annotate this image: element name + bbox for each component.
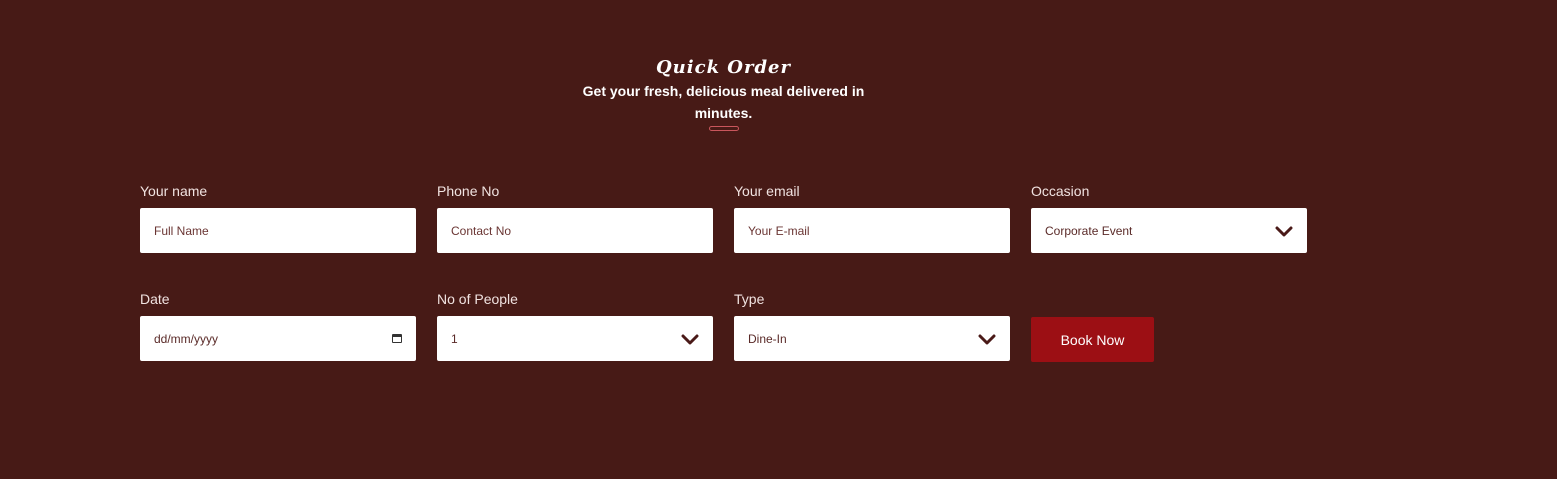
email-input[interactable] [734,208,1010,253]
email-field-group: Your email [734,182,1010,253]
chevron-down-icon [681,334,699,344]
date-input[interactable]: dd/mm/yyyy [140,316,416,361]
people-select[interactable]: 1 [437,316,713,361]
date-field-group: Date dd/mm/yyyy [140,290,416,361]
phone-field-group: Phone No [437,182,713,253]
occasion-select[interactable]: Corporate Event [1031,208,1307,253]
type-selected-value: Dine-In [748,331,787,346]
page-subtitle: Get your fresh, delicious meal delivered… [582,83,865,121]
date-label: Date [140,291,170,307]
chevron-down-icon [978,334,996,344]
page-title: Quick Order [656,57,791,78]
type-select[interactable]: Dine-In [734,316,1010,361]
email-label: Your email [734,183,800,199]
name-field-group: Your name [140,182,416,253]
calendar-icon[interactable] [392,334,402,343]
title-underline [708,126,739,131]
phone-input[interactable] [437,208,713,253]
occasion-field-group: Occasion Corporate Event [1031,182,1307,253]
type-label: Type [734,291,765,307]
book-now-button[interactable]: Book Now [1031,317,1154,362]
type-field-group: Type Dine-In [734,290,1010,361]
people-field-group: No of People 1 [437,290,713,361]
occasion-selected-value: Corporate Event [1045,223,1133,238]
date-placeholder: dd/mm/yyyy [154,331,219,346]
occasion-label: Occasion [1031,183,1090,199]
people-label: No of People [437,291,518,307]
chevron-down-icon [1275,226,1293,236]
people-selected-value: 1 [451,331,458,346]
name-label: Your name [140,183,208,199]
quick-order-header: Quick Order Get your fresh, delicious me… [0,56,1447,131]
phone-label: Phone No [437,183,500,199]
name-input[interactable] [140,208,416,253]
